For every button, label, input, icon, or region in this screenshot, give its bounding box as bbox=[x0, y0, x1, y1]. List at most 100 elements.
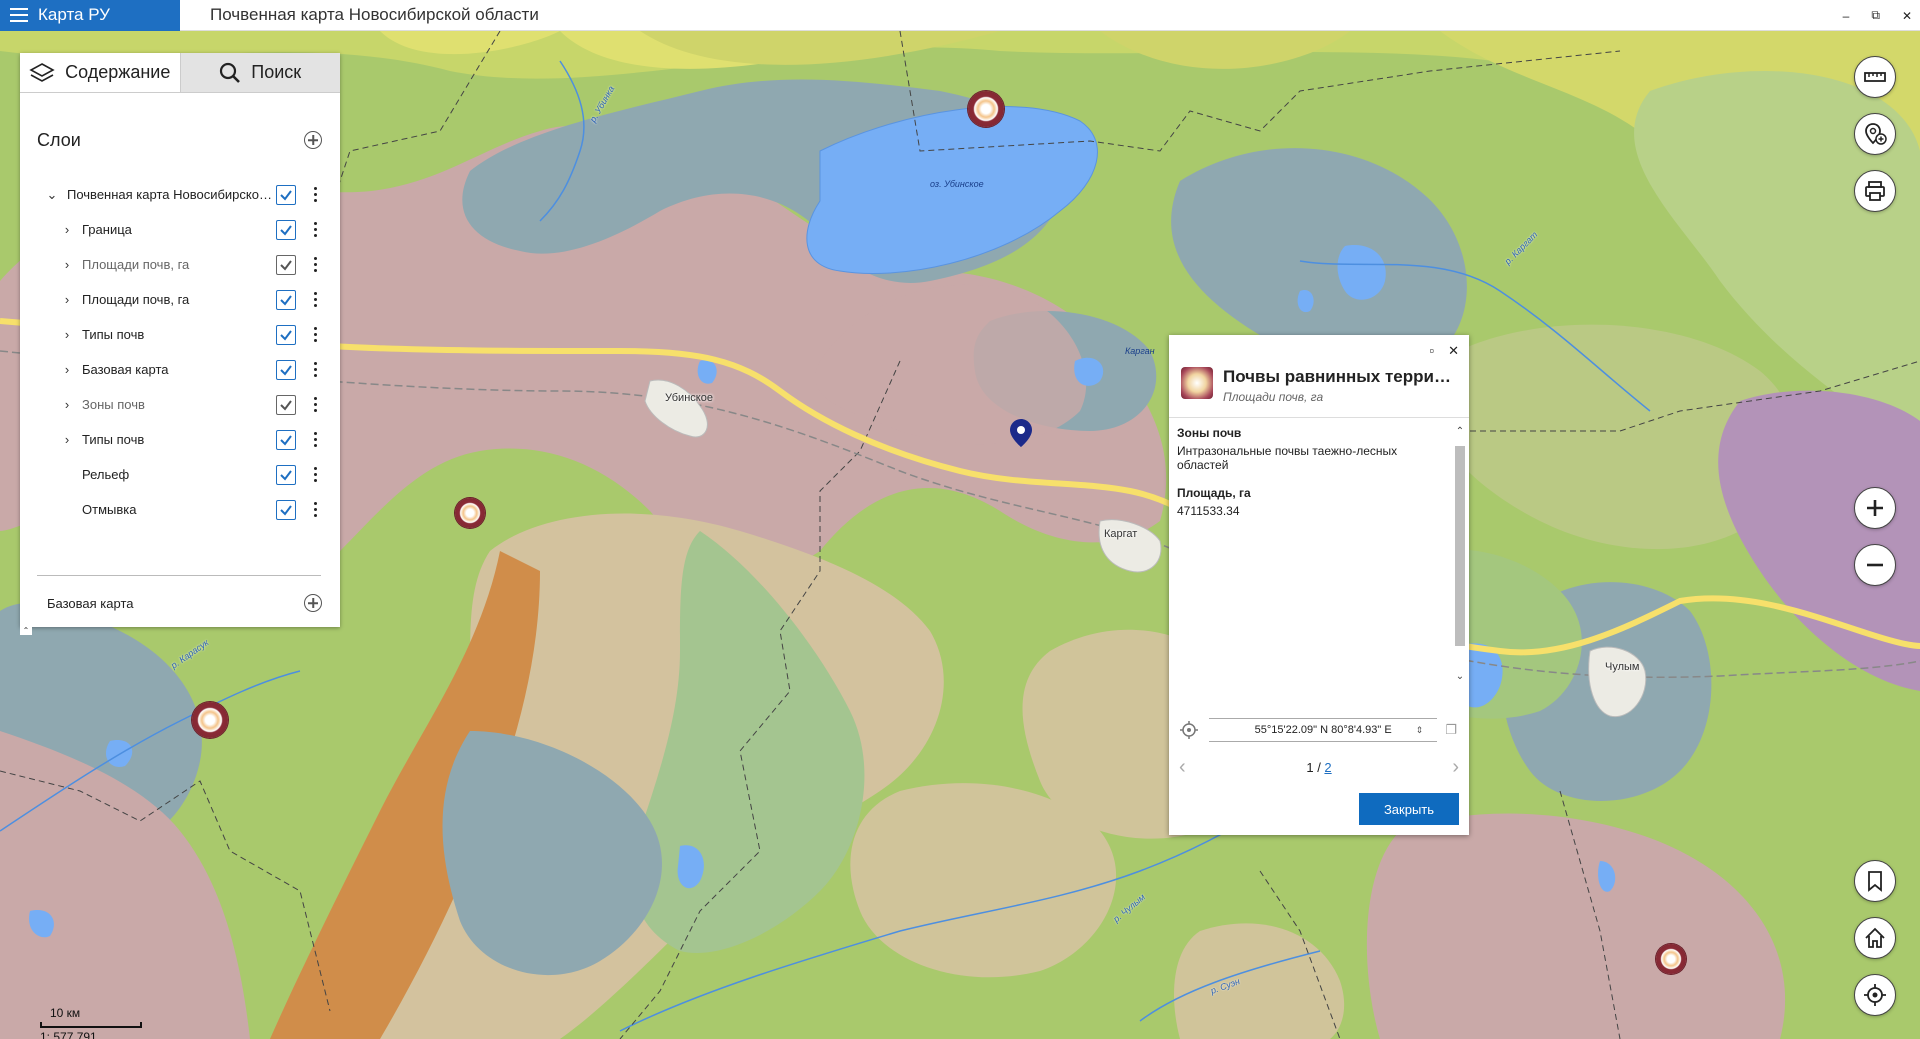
layer-checkbox[interactable] bbox=[276, 324, 296, 345]
chevron-right-icon[interactable]: › bbox=[60, 257, 74, 272]
copy-icon[interactable]: ❐ bbox=[1445, 722, 1457, 738]
layer-row[interactable]: › Площади почв, га bbox=[20, 247, 340, 282]
map-pin-icon[interactable] bbox=[1010, 419, 1032, 447]
close-button[interactable]: Закрыть bbox=[1359, 793, 1459, 825]
crosshair-icon[interactable] bbox=[1179, 720, 1199, 740]
measure-button[interactable] bbox=[1854, 56, 1896, 98]
minimize-button[interactable]: – bbox=[1843, 9, 1850, 23]
sort-icon[interactable]: ⇕ bbox=[1416, 725, 1424, 736]
chevron-right-icon[interactable]: › bbox=[60, 327, 74, 342]
layers-icon bbox=[29, 62, 55, 82]
layer-checkbox[interactable] bbox=[276, 394, 296, 415]
lake-label-kargan: Карган bbox=[1125, 346, 1155, 356]
layer-checkbox[interactable] bbox=[276, 184, 296, 205]
scale-distance: 10 км bbox=[50, 1006, 81, 1020]
add-location-button[interactable] bbox=[1854, 113, 1896, 155]
title-bar: Карта РУ Почвенная карта Новосибирской о… bbox=[0, 0, 1920, 31]
layer-row[interactable]: › Площади почв, га bbox=[20, 282, 340, 317]
next-page-icon[interactable]: › bbox=[1452, 756, 1459, 779]
basemap-row[interactable]: Базовая карта bbox=[47, 588, 322, 618]
layer-row[interactable]: ⌄ Почвенная карта Новосибирской области bbox=[20, 177, 340, 212]
page-indicator: 1 / 2 bbox=[1306, 759, 1332, 775]
more-icon[interactable] bbox=[314, 327, 318, 342]
chevron-right-icon[interactable]: › bbox=[60, 432, 74, 447]
more-icon[interactable] bbox=[314, 187, 318, 202]
add-layer-icon[interactable] bbox=[304, 131, 322, 149]
app-menu-button[interactable]: Карта РУ bbox=[0, 0, 180, 31]
close-window-button[interactable]: ✕ bbox=[1902, 9, 1912, 23]
more-icon[interactable] bbox=[314, 222, 318, 237]
search-icon bbox=[220, 62, 241, 83]
layer-checkbox[interactable] bbox=[276, 429, 296, 450]
feature-symbol-icon bbox=[1181, 367, 1213, 399]
popup-title: Почвы равнинных территорий bbox=[1223, 367, 1459, 386]
chevron-down-icon[interactable]: ⌄ bbox=[45, 187, 59, 203]
prev-page-icon[interactable]: ‹ bbox=[1179, 756, 1186, 779]
coordinate-field[interactable]: 55°15'22.09" N 80°8'4.93" E ⇕ bbox=[1209, 718, 1438, 742]
scale-bar: 10 км 1: 577,791 bbox=[40, 1006, 142, 1039]
layer-label: Площади почв, га bbox=[82, 257, 190, 272]
crosshair-icon bbox=[1864, 984, 1886, 1006]
layer-row[interactable]: Рельеф bbox=[20, 457, 340, 492]
chevron-right-icon[interactable]: › bbox=[60, 222, 74, 237]
page-total-link[interactable]: 2 bbox=[1324, 760, 1331, 775]
more-icon[interactable] bbox=[314, 432, 318, 447]
ruler-icon bbox=[1864, 72, 1886, 82]
popup-subtitle: Площади почв, га bbox=[1223, 390, 1324, 404]
contents-panel: Содержание Поиск Слои ⌄ Почвенная карта … bbox=[20, 53, 340, 627]
feature-marker[interactable] bbox=[192, 702, 228, 738]
layer-row[interactable]: Отмывка bbox=[20, 492, 340, 527]
feature-marker[interactable] bbox=[968, 91, 1004, 127]
more-icon[interactable] bbox=[314, 362, 318, 377]
layer-checkbox[interactable] bbox=[276, 254, 296, 275]
layer-checkbox[interactable] bbox=[276, 289, 296, 310]
layer-row[interactable]: › Типы почв bbox=[20, 422, 340, 457]
layer-checkbox[interactable] bbox=[276, 464, 296, 485]
layer-row[interactable]: › Зоны почв bbox=[20, 387, 340, 422]
popup-body: Зоны почв Интразональные почвы таежно-ле… bbox=[1169, 417, 1469, 687]
coordinate-row: 55°15'22.09" N 80°8'4.93" E ⇕ ❐ bbox=[1179, 718, 1457, 742]
add-basemap-icon[interactable] bbox=[304, 594, 322, 612]
restore-button[interactable]: ⧉ bbox=[1871, 8, 1880, 23]
location-plus-icon bbox=[1865, 123, 1887, 145]
layer-checkbox[interactable] bbox=[276, 219, 296, 240]
page-current: 1 bbox=[1306, 759, 1314, 775]
coordinate-value: 55°15'22.09" N 80°8'4.93" E bbox=[1254, 724, 1392, 736]
plus-icon bbox=[1867, 500, 1883, 516]
zoom-out-button[interactable] bbox=[1854, 544, 1896, 586]
basemap-label: Базовая карта bbox=[47, 595, 134, 611]
bookmarks-button[interactable] bbox=[1854, 860, 1896, 902]
bookmark-icon bbox=[1868, 871, 1882, 892]
layer-checkbox[interactable] bbox=[276, 359, 296, 380]
feature-marker[interactable] bbox=[455, 498, 485, 528]
maximize-popup-icon[interactable]: ▫ bbox=[1429, 343, 1434, 359]
more-icon[interactable] bbox=[314, 502, 318, 517]
more-icon[interactable] bbox=[314, 257, 318, 272]
chevron-right-icon[interactable]: › bbox=[60, 292, 74, 307]
tab-contents-label: Содержание bbox=[65, 62, 171, 82]
layer-row[interactable]: › Типы почв bbox=[20, 317, 340, 352]
chevron-right-icon[interactable]: › bbox=[60, 397, 74, 412]
field-value: Интразональные почвы таежно-лесных облас… bbox=[1177, 444, 1398, 472]
layer-row[interactable]: › Граница bbox=[20, 212, 340, 247]
scroll-thumb[interactable] bbox=[1455, 446, 1465, 646]
zoom-in-button[interactable] bbox=[1854, 487, 1896, 529]
print-button[interactable] bbox=[1854, 170, 1896, 212]
more-icon[interactable] bbox=[314, 467, 318, 482]
close-popup-icon[interactable]: ✕ bbox=[1448, 343, 1459, 359]
popup-scrollbar[interactable]: ⌃ ⌄ bbox=[1453, 418, 1467, 688]
tab-contents[interactable]: Содержание bbox=[20, 53, 180, 92]
tab-search[interactable]: Поиск bbox=[179, 53, 340, 92]
locate-button[interactable] bbox=[1854, 974, 1896, 1016]
layer-row[interactable]: › Базовая карта bbox=[20, 352, 340, 387]
home-button[interactable] bbox=[1854, 917, 1896, 959]
field-value: 4711533.34 bbox=[1177, 504, 1240, 518]
more-icon[interactable] bbox=[314, 397, 318, 412]
chevron-right-icon[interactable]: › bbox=[60, 362, 74, 377]
layer-checkbox[interactable] bbox=[276, 499, 296, 520]
scroll-up-icon[interactable]: ⌃ bbox=[1453, 426, 1467, 437]
collapse-panel-icon[interactable]: ⌃ bbox=[20, 627, 32, 635]
feature-marker[interactable] bbox=[1656, 944, 1686, 974]
scroll-down-icon[interactable]: ⌄ bbox=[1453, 671, 1467, 682]
more-icon[interactable] bbox=[314, 292, 318, 307]
